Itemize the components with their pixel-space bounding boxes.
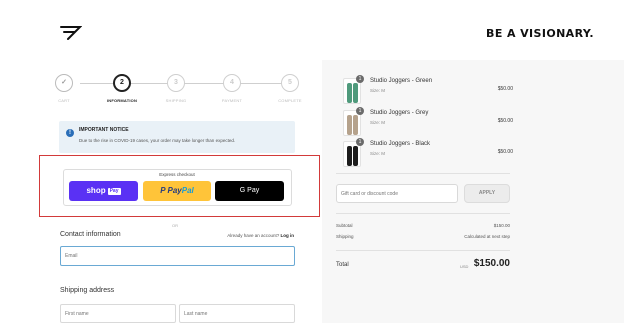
product-image bbox=[353, 83, 358, 103]
total-label: Total bbox=[336, 262, 349, 268]
step-payment: 4 PAYMENT bbox=[212, 74, 252, 103]
summary-divider bbox=[336, 213, 510, 214]
shop-pay-button[interactable]: shop Pay bbox=[69, 181, 138, 201]
step-label: COMPLETE bbox=[278, 98, 302, 103]
shipping-address-heading: Shipping address bbox=[60, 287, 115, 294]
or-divider: OR bbox=[172, 223, 178, 228]
info-icon: ! bbox=[66, 129, 74, 137]
shop-pay-badge: Pay bbox=[107, 188, 121, 195]
step-cart[interactable]: ✓ CART bbox=[44, 74, 84, 103]
paypal-label-pal: Pal bbox=[181, 186, 194, 195]
step-label: CART bbox=[58, 98, 70, 103]
step-label: INFORMATION bbox=[106, 98, 138, 103]
step-information: 2 INFORMATION bbox=[102, 74, 142, 103]
brand-tagline: BE A VISIONARY. bbox=[486, 27, 594, 40]
covid-notice: ! IMPORTANT NOTICE Due to the rise in CO… bbox=[59, 121, 295, 153]
step-complete: 5 COMPLETE bbox=[270, 74, 310, 103]
have-account-text: Already have an account? Log in bbox=[227, 233, 294, 238]
shipping-value: Calculated at next step bbox=[464, 234, 510, 239]
cart-item: 1 Studio Joggers - Grey Size: M $50.00 bbox=[343, 107, 513, 138]
first-name-field[interactable] bbox=[60, 304, 176, 323]
cart-item: 1 Studio Joggers - Black Size: M $50.00 bbox=[343, 138, 513, 169]
product-image bbox=[353, 146, 358, 166]
step-number: 3 bbox=[167, 74, 185, 92]
quantity-badge: 1 bbox=[356, 75, 364, 83]
google-pay-button[interactable]: G Pay bbox=[215, 181, 284, 201]
item-name: Studio Joggers - Black bbox=[370, 141, 431, 147]
cart-item: 1 Studio Joggers - Green Size: M $50.00 bbox=[343, 75, 513, 106]
product-image bbox=[347, 83, 352, 103]
subtotal-row: Subtotal $150.00 bbox=[336, 223, 510, 228]
paypal-button[interactable]: P PayPal bbox=[143, 181, 211, 201]
notice-text: Due to the rise in COVID-19 cases, your … bbox=[79, 138, 236, 143]
notice-title: IMPORTANT NOTICE bbox=[79, 127, 129, 133]
step-label: SHIPPING bbox=[165, 98, 187, 103]
shipping-row: Shipping Calculated at next step bbox=[336, 234, 510, 239]
quantity-badge: 1 bbox=[356, 107, 364, 115]
discount-code-field[interactable] bbox=[336, 184, 458, 203]
have-account-label: Already have an account? bbox=[227, 233, 280, 238]
total-value: $150.00 bbox=[473, 258, 510, 269]
item-size: Size: M bbox=[370, 120, 386, 125]
subtotal-label: Subtotal bbox=[336, 223, 353, 228]
item-price: $50.00 bbox=[497, 118, 513, 124]
shipping-label: Shipping bbox=[336, 234, 354, 239]
login-link[interactable]: Log in bbox=[281, 233, 295, 238]
contact-information-heading: Contact information bbox=[60, 231, 121, 238]
item-price: $50.00 bbox=[497, 149, 513, 155]
summary-divider bbox=[336, 173, 510, 174]
total-currency: USD bbox=[460, 264, 469, 269]
step-number: 4 bbox=[223, 74, 241, 92]
item-size: Size: M bbox=[370, 151, 386, 156]
apply-discount-button[interactable]: APPLY bbox=[464, 184, 510, 203]
item-size: Size: M bbox=[370, 88, 386, 93]
express-checkout-title: Express checkout bbox=[159, 172, 195, 177]
product-image bbox=[353, 115, 358, 135]
product-image bbox=[347, 115, 352, 135]
step-shipping: 3 SHIPPING bbox=[156, 74, 196, 103]
header: BE A VISIONARY. bbox=[0, 0, 624, 60]
step-number: 5 bbox=[281, 74, 299, 92]
item-price: $50.00 bbox=[497, 86, 513, 92]
step-label: PAYMENT bbox=[221, 98, 243, 103]
item-name: Studio Joggers - Grey bbox=[370, 110, 429, 116]
paypal-label-pay: P Pay bbox=[160, 186, 182, 195]
product-image bbox=[347, 146, 352, 166]
last-name-field[interactable] bbox=[179, 304, 295, 323]
quantity-badge: 1 bbox=[356, 138, 364, 146]
gymshark-logo-icon[interactable] bbox=[60, 25, 82, 41]
step-number: 2 bbox=[113, 74, 131, 92]
checkout-progress: ✓ CART 2 INFORMATION 3 SHIPPING 4 PAYMEN… bbox=[52, 74, 310, 114]
email-field[interactable] bbox=[60, 246, 295, 266]
summary-divider bbox=[336, 250, 510, 251]
shop-pay-label: shop bbox=[86, 186, 106, 195]
subtotal-value: $150.00 bbox=[493, 223, 510, 228]
item-name: Studio Joggers - Green bbox=[370, 78, 433, 84]
check-icon: ✓ bbox=[55, 74, 73, 92]
